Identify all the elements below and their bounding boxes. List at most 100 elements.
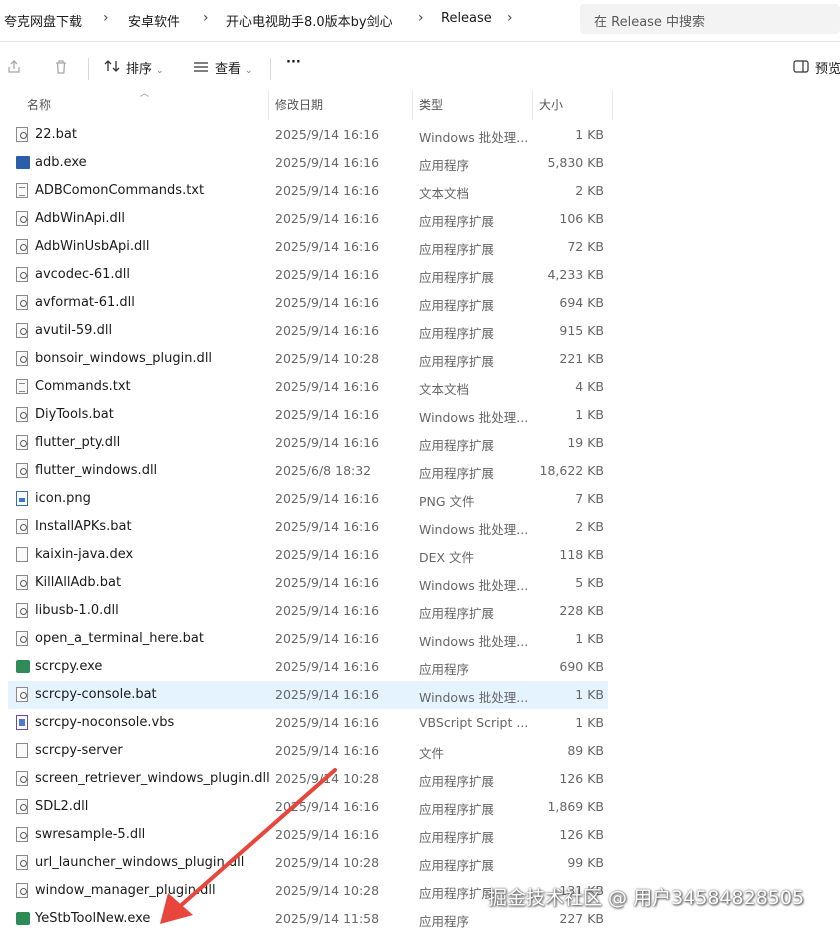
file-size: 1 KB xyxy=(575,407,604,422)
file-modified-date: 2025/9/14 16:16 xyxy=(275,547,380,562)
file-type: 应用程序扩展 xyxy=(419,326,495,341)
file-size: 118 KB xyxy=(559,547,604,562)
file-modified-date: 2025/9/14 16:16 xyxy=(275,211,380,226)
column-name[interactable]: 名称 xyxy=(27,96,51,113)
file-modified-date: 2025/9/14 16:16 xyxy=(275,267,380,282)
file-row[interactable]: avcodec-61.dll 2025/9/14 16:16 应用程序扩展 4,233… xyxy=(8,261,608,289)
search-input[interactable]: 在 Release 中搜索 xyxy=(594,11,705,30)
file-row[interactable]: screen_retriever_windows_plugin.dll 2025/… xyxy=(8,765,608,793)
file-name: InstallAPKs.bat xyxy=(35,519,132,534)
file-row[interactable]: DiyTools.bat 2025/9/14 16:16 Windows 批处理..… xyxy=(8,401,608,429)
file-name: scrcpy.exe xyxy=(35,659,103,674)
column-size[interactable]: 大小 xyxy=(539,96,563,113)
file-modified-date: 2025/9/14 10:28 xyxy=(275,883,380,898)
file-name: kaixin-java.dex xyxy=(35,547,134,562)
file-size: 227 KB xyxy=(559,911,604,926)
file-row[interactable]: scrcpy-server 2025/9/14 16:16 文件 89 KB xyxy=(8,737,608,765)
column-type[interactable]: 类型 xyxy=(419,96,443,113)
file-row[interactable]: icon.png 2025/9/14 16:16 PNG 文件 7 KB xyxy=(8,485,608,513)
dll-file-icon xyxy=(16,351,28,366)
column-divider[interactable] xyxy=(268,90,269,120)
file-type: 应用程序扩展 xyxy=(419,438,495,453)
file-row[interactable]: Commands.txt 2025/9/14 16:16 文本文档 4 KB xyxy=(8,373,608,401)
file-row[interactable]: adb.exe 2025/9/14 16:16 应用程序 5,830 KB xyxy=(8,149,608,177)
dll-file-icon xyxy=(16,239,28,254)
file-modified-date: 2025/9/14 10:28 xyxy=(275,855,380,870)
file-name: SDL2.dll xyxy=(35,799,89,814)
file-row[interactable]: ADBComonCommands.txt 2025/9/14 16:16 文本文档 2… xyxy=(8,177,608,205)
file-row[interactable]: flutter_windows.dll 2025/6/8 18:32 应用程序扩展 1… xyxy=(8,457,608,485)
breadcrumb-item[interactable]: Release xyxy=(441,11,492,26)
file-size: 2 KB xyxy=(575,183,604,198)
file-row[interactable]: avutil-59.dll 2025/9/14 16:16 应用程序扩展 915 KB xyxy=(8,317,608,345)
file-name: icon.png xyxy=(35,491,91,506)
column-header: ︿ 名称 修改日期 类型 大小 xyxy=(0,89,840,120)
dll-file-icon xyxy=(16,883,28,898)
breadcrumb-item[interactable]: 开心电视助手8.0版本by剑心 xyxy=(226,11,393,30)
file-row[interactable]: kaixin-java.dex 2025/9/14 16:16 DEX 文件 118 … xyxy=(8,541,608,569)
preview-pane-icon xyxy=(793,60,809,77)
file-row[interactable]: InstallAPKs.bat 2025/9/14 16:16 Windows 批处… xyxy=(8,513,608,541)
file-modified-date: 2025/9/14 16:16 xyxy=(275,743,380,758)
file-type: 文本文档 xyxy=(419,186,470,201)
file-row[interactable]: AdbWinApi.dll 2025/9/14 16:16 应用程序扩展 106 KB xyxy=(8,205,608,233)
file-modified-date: 2025/9/14 16:16 xyxy=(275,519,380,534)
file-type: Windows 批处理... xyxy=(419,690,529,705)
column-date[interactable]: 修改日期 xyxy=(275,96,323,113)
vbscript-file-icon xyxy=(16,715,28,730)
file-row[interactable]: bonsoir_windows_plugin.dll 2025/9/14 10:2… xyxy=(8,345,608,373)
file-row[interactable]: scrcpy-noconsole.vbs 2025/9/14 16:16 VBScr… xyxy=(8,709,608,737)
search-box[interactable]: 在 Release 中搜索 xyxy=(580,4,840,34)
file-row[interactable]: open_a_terminal_here.bat 2025/9/14 16:16 W… xyxy=(8,625,608,653)
column-divider[interactable] xyxy=(532,90,533,120)
file-row[interactable]: avformat-61.dll 2025/9/14 16:16 应用程序扩展 694 … xyxy=(8,289,608,317)
share-icon[interactable] xyxy=(6,59,22,79)
file-size: 694 KB xyxy=(559,295,604,310)
file-row[interactable]: scrcpy.exe 2025/9/14 16:16 应用程序 690 KB xyxy=(8,653,608,681)
column-divider[interactable] xyxy=(412,90,413,120)
file-size: 2 KB xyxy=(575,519,604,534)
file-type: 应用程序 xyxy=(419,662,470,677)
file-type: 应用程序 xyxy=(419,158,470,173)
file-row[interactable]: url_launcher_windows_plugin.dll 2025/9/14… xyxy=(8,849,608,877)
file-row[interactable]: libusb-1.0.dll 2025/9/14 16:16 应用程序扩展 228 K… xyxy=(8,597,608,625)
file-row[interactable]: KillAllAdb.bat 2025/9/14 16:16 Windows 批处理… xyxy=(8,569,608,597)
file-row[interactable]: flutter_pty.dll 2025/9/14 16:16 应用程序扩展 19 K… xyxy=(8,429,608,457)
file-modified-date: 2025/9/14 16:16 xyxy=(275,715,380,730)
file-row[interactable]: 22.bat 2025/9/14 16:16 Windows 批处理... 1 KB xyxy=(8,121,608,149)
file-modified-date: 2025/9/14 16:16 xyxy=(275,631,380,646)
delete-icon[interactable] xyxy=(53,59,69,79)
chevron-right-icon[interactable]: › xyxy=(418,10,424,26)
file-row[interactable]: swresample-5.dll 2025/9/14 16:16 应用程序扩展 126… xyxy=(8,821,608,849)
file-type: VBScript Script ... xyxy=(419,715,529,730)
column-divider[interactable] xyxy=(612,90,613,120)
file-size: 126 KB xyxy=(559,771,604,786)
file-row[interactable]: scrcpy-console.bat 2025/9/14 16:16 Windows… xyxy=(8,681,608,709)
file-type: PNG 文件 xyxy=(419,494,475,509)
file-modified-date: 2025/9/14 16:16 xyxy=(275,687,380,702)
address-bar[interactable]: 夸克网盘下载 › 安卓软件 › 开心电视助手8.0版本by剑心 › Releas… xyxy=(0,0,840,40)
view-icon xyxy=(193,61,209,77)
file-size: 1 KB xyxy=(575,127,604,142)
file-name: window_manager_plugin.dll xyxy=(35,883,216,898)
file-name: scrcpy-console.bat xyxy=(35,687,157,702)
file-size: 228 KB xyxy=(559,603,604,618)
more-options-button[interactable]: ··· xyxy=(286,55,301,70)
file-row[interactable]: SDL2.dll 2025/9/14 16:16 应用程序扩展 1,869 KB xyxy=(8,793,608,821)
preview-pane-button[interactable]: 预览 xyxy=(793,58,840,77)
chevron-right-icon[interactable]: › xyxy=(203,10,209,26)
file-row[interactable]: AdbWinUsbApi.dll 2025/9/14 16:16 应用程序扩展 72 … xyxy=(8,233,608,261)
chevron-right-icon[interactable]: › xyxy=(507,10,513,26)
breadcrumb-item[interactable]: 安卓软件 xyxy=(128,11,180,30)
chevron-right-icon[interactable]: › xyxy=(103,10,109,26)
breadcrumb-item[interactable]: 夸克网盘下载 xyxy=(4,11,82,30)
scrcpy-app-icon xyxy=(16,660,30,673)
blank-file-icon xyxy=(16,547,28,562)
dll-file-icon xyxy=(16,463,28,478)
file-type: Windows 批处理... xyxy=(419,410,529,425)
file-name: libusb-1.0.dll xyxy=(35,603,119,618)
file-type: 应用程序扩展 xyxy=(419,830,495,845)
sort-button[interactable]: 排序 ⌄ xyxy=(104,58,164,77)
file-type: 应用程序 xyxy=(419,914,470,929)
view-button[interactable]: 查看 ⌄ xyxy=(193,58,253,77)
